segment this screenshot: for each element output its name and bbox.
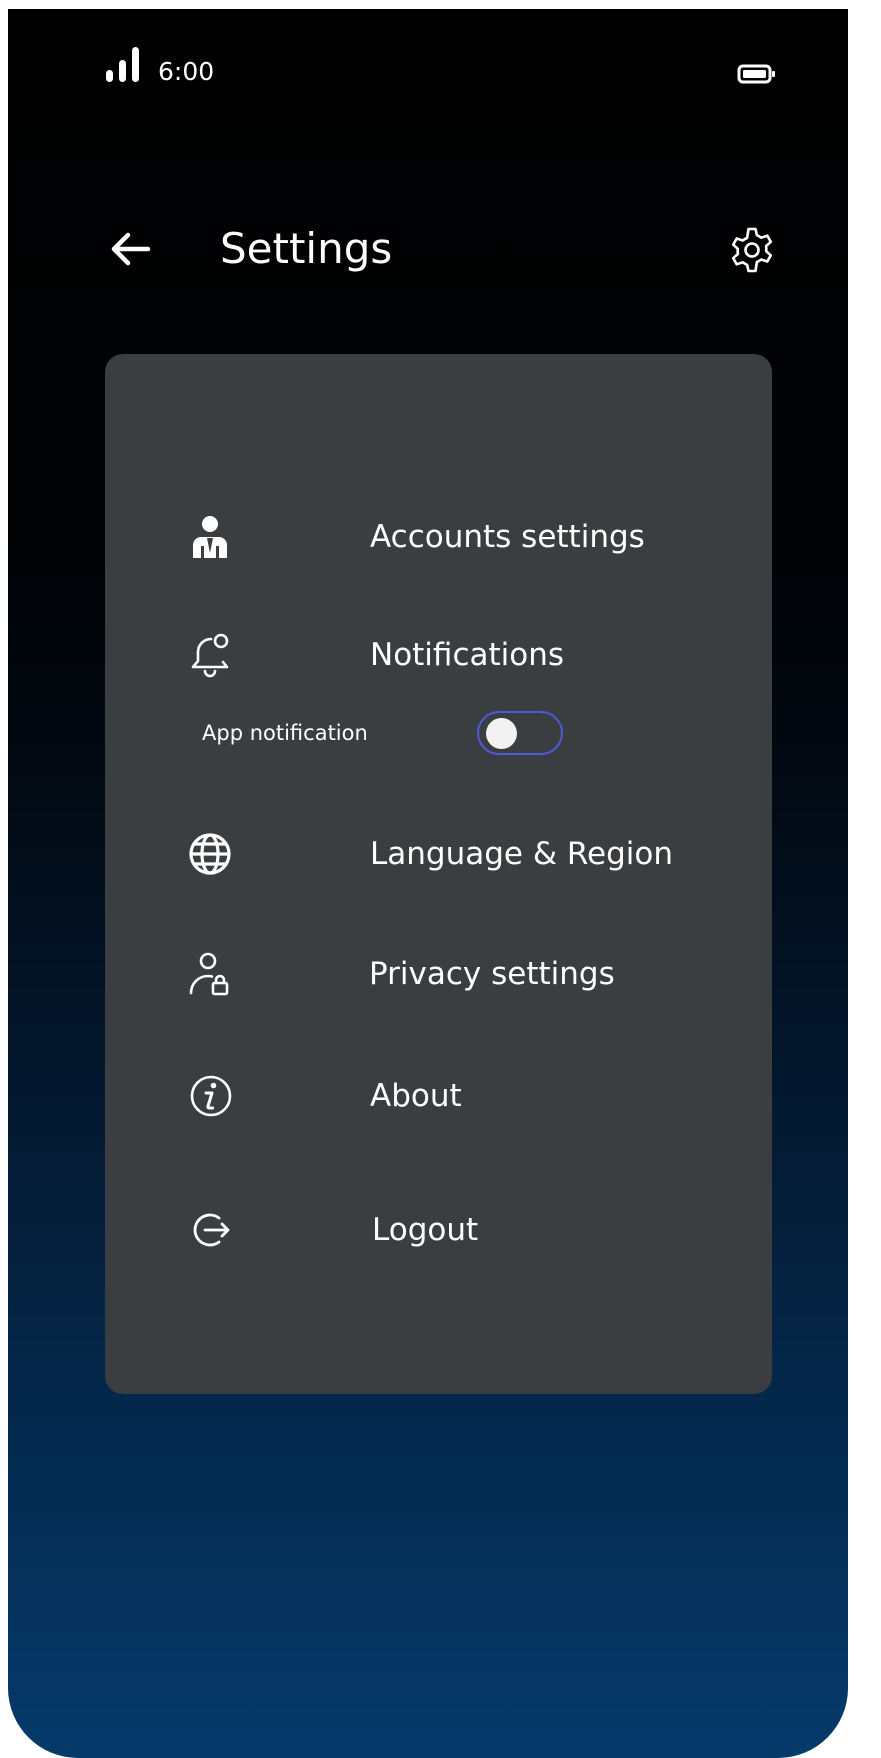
back-arrow-icon[interactable] [106, 225, 154, 273]
bell-icon [191, 633, 229, 678]
status-time: 6:00 [158, 57, 215, 86]
menu-item-privacy[interactable]: Privacy settings [105, 939, 772, 1009]
app-notification-toggle[interactable] [477, 711, 563, 755]
info-icon [190, 1075, 232, 1117]
menu-label-logout: Logout [372, 1212, 479, 1248]
logout-icon [193, 1213, 230, 1247]
menu-item-about[interactable]: About [105, 1061, 772, 1131]
app-notification-row: App notification [105, 704, 772, 764]
user-lock-icon [189, 952, 229, 996]
menu-label-notifications: Notifications [370, 637, 565, 673]
settings-card: Accounts settings Notifications App noti… [105, 354, 772, 1394]
toggle-knob [486, 718, 517, 749]
app-notification-label: App notification [202, 721, 368, 745]
user-tie-icon [193, 516, 227, 558]
menu-item-language[interactable]: Language & Region [105, 819, 772, 889]
signal-bars-icon [106, 47, 139, 82]
menu-item-notifications[interactable]: Notifications [105, 620, 772, 690]
status-bar: 6:00 [8, 9, 848, 129]
header: Settings [8, 209, 848, 289]
menu-item-accounts[interactable]: Accounts settings [105, 502, 772, 572]
page-title: Settings [220, 224, 393, 273]
menu-label-language: Language & Region [370, 836, 673, 872]
menu-label-privacy: Privacy settings [369, 956, 615, 992]
gear-icon[interactable] [727, 225, 777, 275]
menu-label-about: About [370, 1078, 462, 1114]
battery-icon [737, 64, 775, 84]
menu-item-logout[interactable]: Logout [105, 1195, 772, 1265]
menu-label-accounts: Accounts settings [370, 519, 645, 555]
globe-icon [189, 833, 231, 875]
phone-screen: 6:00 Settings Accounts settings Notifica… [8, 9, 848, 1758]
